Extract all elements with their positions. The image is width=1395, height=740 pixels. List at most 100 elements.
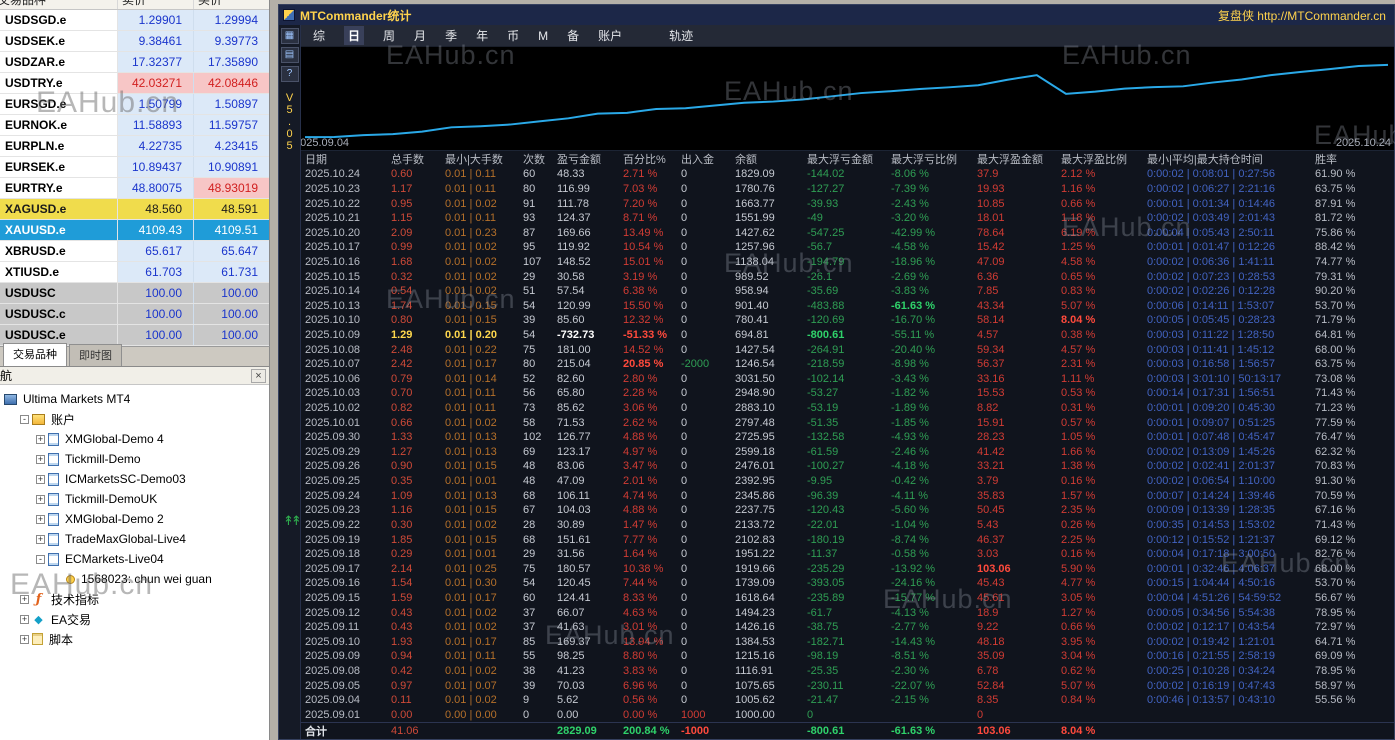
stats-cell: 1.93: [391, 636, 445, 648]
market-watch-row[interactable]: USDTRY.e42.0327142.08446: [0, 73, 269, 94]
stats-cell: -13.92 %: [891, 563, 977, 575]
tree-item[interactable]: 1568023: chun wei guan: [0, 569, 269, 589]
stats-table-row: 2025.09.191.850.01 | 0.1568151.617.77 %0…: [301, 532, 1394, 547]
brand-link[interactable]: 复盘侠 http://MTCommander.cn: [1218, 7, 1386, 24]
tree-item[interactable]: - ECMarkets-Live04: [0, 549, 269, 569]
stats-cell: 0.01 | 0.20: [445, 329, 523, 341]
stats-cell: -3.20 %: [891, 212, 977, 224]
bid-price: 65.617: [118, 241, 194, 261]
menu-item-quarterly[interactable]: 季: [445, 27, 457, 44]
tree-item[interactable]: +ƒ技术指标: [0, 589, 269, 609]
menu-item-note[interactable]: 备: [567, 27, 579, 44]
stats-table-row: 2025.09.101.930.01 | 0.1785169.3713.94 %…: [301, 635, 1394, 650]
stats-cell: 38: [523, 665, 557, 677]
tree-item[interactable]: Ultima Markets MT4: [0, 389, 269, 409]
panel-splitter[interactable]: [270, 0, 278, 740]
expander-plus-icon[interactable]: +: [20, 595, 29, 604]
tree-item-label: ECMarkets-Live04: [65, 552, 164, 566]
market-watch-row[interactable]: XAUUSD.e4109.434109.51: [0, 220, 269, 241]
menu-item-weekly[interactable]: 周: [383, 27, 395, 44]
stats-cell: 2.12 %: [1061, 168, 1147, 180]
calendar-grid-icon[interactable]: ▦: [281, 28, 299, 44]
market-watch-row[interactable]: EURTRY.e48.8007548.93019: [0, 178, 269, 199]
expander-plus-icon[interactable]: +: [20, 615, 29, 624]
stats-cell: 0.00: [557, 709, 623, 721]
stats-cell: 41.06: [391, 725, 445, 737]
market-watch-row[interactable]: USDSEK.e9.384619.39773: [0, 31, 269, 52]
stats-cell: 1.27 %: [1061, 607, 1147, 619]
menu-item-trajectory[interactable]: 轨迹: [669, 27, 693, 44]
tree-item[interactable]: +脚本: [0, 629, 269, 649]
tree-item[interactable]: +◆EA交易: [0, 609, 269, 629]
stats-cell: 3.79: [977, 475, 1061, 487]
tree-item[interactable]: -账户: [0, 409, 269, 429]
stats-cell: 0: [681, 168, 735, 180]
stats-cell: 2025.10.15: [305, 271, 391, 283]
tree-item[interactable]: +Tickmill-DemoUK: [0, 489, 269, 509]
stats-table-row: 2025.09.231.160.01 | 0.1567104.034.88 %0…: [301, 503, 1394, 518]
stats-table-body: 2025.10.240.600.01 | 0.116048.332.71 %01…: [301, 167, 1394, 739]
stats-table-row: 2025.10.020.820.01 | 0.117385.623.06 %02…: [301, 401, 1394, 416]
expander-minus-icon[interactable]: -: [36, 555, 45, 564]
stats-cell: -1.85 %: [891, 417, 977, 429]
market-watch-row[interactable]: EURSEK.e10.8943710.90891: [0, 157, 269, 178]
menu-item-yearly[interactable]: 年: [476, 27, 488, 44]
stats-cell: 15.01 %: [623, 256, 681, 268]
market-watch-row[interactable]: XAGUSD.e48.56048.591: [0, 199, 269, 220]
expander-minus-icon[interactable]: -: [20, 415, 29, 424]
market-watch-row[interactable]: XBRUSD.e65.61765.647: [0, 241, 269, 262]
market-watch-row[interactable]: EURPLN.e4.227354.23415: [0, 136, 269, 157]
report-table-icon[interactable]: ▤: [281, 47, 299, 63]
stats-cell: -4.18 %: [891, 460, 977, 472]
tree-item[interactable]: +ICMarketsSC-Demo03: [0, 469, 269, 489]
expander-plus-icon[interactable]: +: [20, 635, 29, 644]
market-watch-row[interactable]: EURNOK.e11.5889311.59757: [0, 115, 269, 136]
stats-cell: 28: [523, 519, 557, 531]
market-watch-row[interactable]: USDZAR.e17.3237717.35890: [0, 52, 269, 73]
market-watch-row[interactable]: USDUSC100.00100.00: [0, 283, 269, 304]
tree-item[interactable]: +Tickmill-Demo: [0, 449, 269, 469]
stats-cell: 30.89: [557, 519, 623, 531]
tab-tick-chart[interactable]: 即时图: [69, 344, 122, 366]
market-watch-row[interactable]: EURSGD.e1.507991.50897: [0, 94, 269, 115]
tree-item[interactable]: +TradeMaxGlobal-Live4: [0, 529, 269, 549]
doc-icon: [48, 553, 59, 566]
help-icon[interactable]: ?: [281, 66, 299, 82]
stats-cell: 8.04 %: [1061, 725, 1147, 737]
menu-item-monthly[interactable]: 月: [414, 27, 426, 44]
stats-table-row: 2025.09.180.290.01 | 0.012931.561.64 %01…: [301, 547, 1394, 562]
market-watch-row[interactable]: USDUSC.c100.00100.00: [0, 304, 269, 325]
tree-item[interactable]: +XMGlobal-Demo 2: [0, 509, 269, 529]
ask-price: 17.35890: [194, 52, 270, 72]
tab-symbols[interactable]: 交易品种: [3, 343, 67, 366]
stats-cell: 8.80 %: [623, 650, 681, 662]
expander-plus-icon[interactable]: +: [36, 455, 45, 464]
menu-item-m[interactable]: M: [538, 29, 548, 43]
stats-cell: -3.83 %: [891, 285, 977, 297]
expander-plus-icon[interactable]: +: [36, 475, 45, 484]
menu-item-daily[interactable]: 日: [344, 26, 364, 45]
stats-cell: 0.95: [391, 198, 445, 210]
close-icon[interactable]: ×: [251, 369, 266, 383]
side-toolbar: ▦ ▤ ? V5.05 ↟↟: [279, 25, 301, 739]
expander-plus-icon[interactable]: +: [36, 495, 45, 504]
symbol-name: XAUUSD.e: [0, 220, 118, 240]
stats-cell: 78.95 %: [1315, 665, 1375, 677]
tree-item[interactable]: + XMGlobal-Demo 4: [0, 429, 269, 449]
menu-item-summary[interactable]: 综: [313, 27, 325, 44]
tree-item-label: XMGlobal-Demo 4: [65, 432, 164, 446]
stats-cell: 2025.09.10: [305, 636, 391, 648]
expander-plus-icon[interactable]: +: [36, 535, 45, 544]
market-watch-row[interactable]: XTIUSD.e61.70361.731: [0, 262, 269, 283]
stats-cell: -180.19: [807, 534, 891, 546]
stats-cell: -15.77 %: [891, 592, 977, 604]
stats-table-row: 2025.09.090.940.01 | 0.115598.258.80 %01…: [301, 649, 1394, 664]
expander-plus-icon[interactable]: +: [36, 435, 45, 444]
stats-cell: 4.77 %: [1061, 577, 1147, 589]
expander-plus-icon[interactable]: +: [36, 515, 45, 524]
menu-item-account[interactable]: 账户: [598, 27, 622, 44]
stats-cell: 2.09: [391, 227, 445, 239]
ask-price: 4.23415: [194, 136, 270, 156]
menu-item-currency[interactable]: 币: [507, 27, 519, 44]
market-watch-row[interactable]: USDSGD.e1.299011.29994: [0, 10, 269, 31]
